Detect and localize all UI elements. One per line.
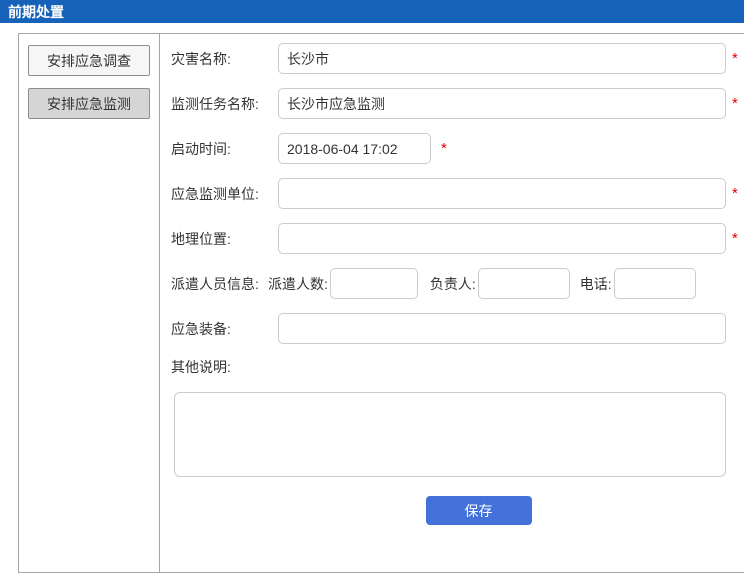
location-input[interactable] (278, 223, 726, 254)
form-row-notes-label: 其他说明: (171, 358, 744, 376)
monitor-unit-label: 应急监测单位: (171, 184, 278, 204)
equipment-input[interactable] (278, 313, 726, 344)
required-asterisk: * (441, 141, 447, 156)
disaster-name-input[interactable] (278, 43, 726, 74)
save-row: 保存 (171, 496, 726, 525)
personnel-label: 派遣人员信息: (171, 274, 268, 294)
page-title-bar: 前期处置 (0, 0, 744, 23)
arrange-emergency-monitoring-button[interactable]: 安排应急监测 (28, 88, 150, 119)
task-name-input[interactable] (278, 88, 726, 119)
personnel-count-label: 派遣人数: (268, 274, 328, 294)
personnel-phone-input[interactable] (614, 268, 696, 299)
personnel-count-input[interactable] (330, 268, 418, 299)
disaster-name-label: 灾害名称: (171, 49, 278, 69)
notes-textarea[interactable] (174, 392, 726, 477)
start-time-input[interactable] (278, 133, 431, 164)
form-area: 灾害名称: * 监测任务名称: * 启动时间: * 应急监测单位: * 地理位置… (160, 34, 744, 572)
main-panel: 安排应急调查 安排应急监测 灾害名称: * 监测任务名称: * 启动时间: * … (18, 33, 744, 573)
required-asterisk: * (732, 231, 738, 246)
arrange-emergency-investigation-button[interactable]: 安排应急调查 (28, 45, 150, 76)
form-row-disaster-name: 灾害名称: * (171, 43, 744, 74)
form-row-personnel: 派遣人员信息: 派遣人数: 负责人: 电话: (171, 268, 744, 299)
form-row-task-name: 监测任务名称: * (171, 88, 744, 119)
personnel-leader-label: 负责人: (430, 274, 476, 294)
task-name-label: 监测任务名称: (171, 94, 278, 114)
start-time-label: 启动时间: (171, 139, 278, 159)
sidebar: 安排应急调查 安排应急监测 (19, 34, 160, 572)
save-button[interactable]: 保存 (426, 496, 532, 525)
required-asterisk: * (732, 186, 738, 201)
equipment-label: 应急装备: (171, 319, 278, 339)
notes-label: 其他说明: (171, 357, 278, 377)
form-row-equipment: 应急装备: (171, 313, 744, 344)
form-row-start-time: 启动时间: * (171, 133, 744, 164)
required-asterisk: * (732, 96, 738, 111)
location-label: 地理位置: (171, 229, 278, 249)
form-row-monitor-unit: 应急监测单位: * (171, 178, 744, 209)
personnel-phone-label: 电话: (580, 274, 612, 294)
page-title: 前期处置 (8, 2, 64, 22)
personnel-leader-input[interactable] (478, 268, 570, 299)
required-asterisk: * (732, 51, 738, 66)
form-row-location: 地理位置: * (171, 223, 744, 254)
monitor-unit-input[interactable] (278, 178, 726, 209)
